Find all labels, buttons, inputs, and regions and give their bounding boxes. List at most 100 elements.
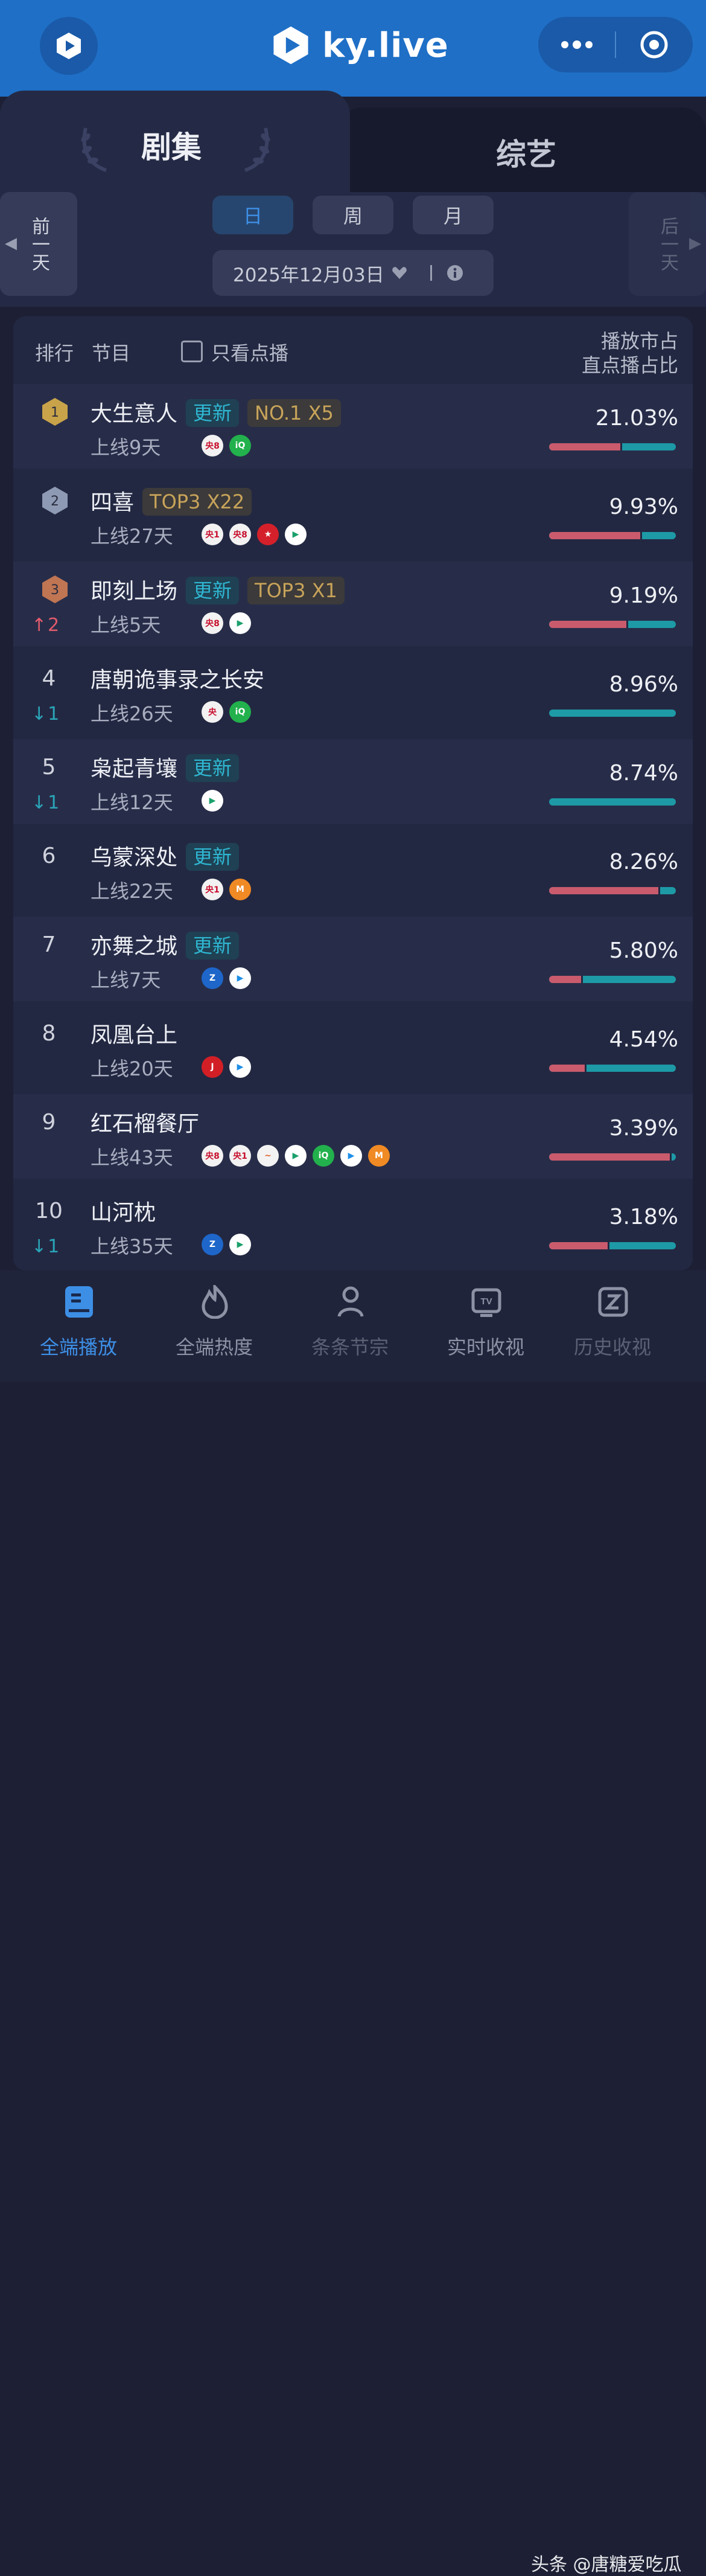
online-days: 上线26天 bbox=[91, 702, 173, 725]
rank-change-value: 2 bbox=[48, 615, 60, 636]
platform-icons: 央8 央1 ~ ▶ iQ ▶ M bbox=[202, 1145, 390, 1167]
table-row[interactable]: 2 四喜 TOP3 X22 上线27天 央1 央8 ★ ▶ 9.93% bbox=[13, 473, 693, 557]
program-title[interactable]: 凤凰台上 bbox=[91, 1017, 177, 1049]
app-logo: ky.live bbox=[270, 18, 449, 72]
table-row[interactable]: 5 ↓ 1 枭起青壤 更新 上线12天 ▶ 8.74% bbox=[13, 739, 693, 824]
info-icon[interactable] bbox=[447, 264, 463, 281]
rank-change: ↓ 1 bbox=[31, 703, 59, 725]
nav-history-ratings[interactable]: 历史收视 bbox=[552, 1270, 673, 1382]
period-month[interactable]: 月 bbox=[413, 196, 494, 234]
watermark: 头条 @唐糖爱吃瓜 bbox=[531, 2554, 682, 2575]
table-row[interactable]: 4 ↓ 1 唐朝诡事录之长安 上线26天 央 iQ 8.96% bbox=[13, 650, 693, 735]
rank-number: 3 bbox=[51, 583, 59, 598]
program-title[interactable]: 四喜 TOP3 X22 bbox=[91, 485, 252, 516]
app-header: ky.live bbox=[0, 0, 706, 97]
platform-icons: 央 iQ bbox=[202, 701, 251, 723]
youku-icon: ▶ bbox=[229, 967, 251, 989]
vod-live-ratio-bar bbox=[549, 798, 676, 806]
nav-all-playback[interactable]: 全端播放 bbox=[18, 1270, 139, 1382]
flame-icon bbox=[202, 1285, 228, 1319]
logo-text: ky.live bbox=[322, 25, 449, 65]
zhejiang-tv-icon: Z bbox=[202, 1234, 223, 1255]
platform-icons: 央8 ▶ bbox=[202, 612, 251, 634]
table-row[interactable]: 7 亦舞之城 更新 上线7天 Z ▶ 5.80% bbox=[13, 917, 693, 1001]
cctv8-icon: 央8 bbox=[202, 435, 223, 457]
program-name: 大生意人 bbox=[91, 402, 178, 426]
program-name: 唐朝诡事录之长安 bbox=[91, 668, 265, 693]
vod-only-checkbox[interactable] bbox=[181, 341, 203, 362]
segment-gap bbox=[580, 976, 583, 983]
program-name: 四喜 bbox=[91, 490, 135, 515]
tab-drama[interactable]: 剧集 bbox=[0, 91, 350, 193]
nav-person[interactable]: 条条节宗 bbox=[290, 1270, 410, 1382]
update-badge: 更新 bbox=[186, 399, 240, 427]
table-row[interactable]: 1 大生意人 更新 NO.1 X5 上线9天 央8 iQ 21.03% bbox=[13, 384, 693, 469]
divider bbox=[430, 265, 432, 281]
vod-live-ratio-bar bbox=[549, 443, 676, 450]
vod-live-ratio-bar bbox=[549, 710, 676, 717]
market-share-value: 5.80% bbox=[609, 938, 678, 963]
date-picker[interactable]: 2025年12月03日 bbox=[212, 250, 494, 296]
program-title[interactable]: 乌蒙深处 更新 bbox=[91, 840, 240, 871]
rank-column-label: 排行 bbox=[35, 342, 74, 365]
platform-icons: Z ▶ bbox=[202, 1234, 251, 1255]
table-row[interactable]: 6 乌蒙深处 更新 上线22天 央1 M 8.26% bbox=[13, 828, 693, 912]
table-row[interactable]: 9 红石榴餐厅 上线43天 央8 央1 ~ ▶ iQ ▶ M 3.39% bbox=[13, 1094, 693, 1179]
nav-realtime-ratings[interactable]: TV 实时收视 bbox=[425, 1270, 546, 1382]
rank-number: 5 bbox=[42, 755, 56, 780]
table-row[interactable]: 10 ↓ 1 山河枕 上线35天 Z ▶ 3.18% bbox=[13, 1183, 693, 1267]
ranking-list: 排行 节目 只看点播 播放市占 直点播占比 1 大生意人 更新 NO.1 X5 上线9天… bbox=[13, 316, 693, 1270]
rank-number: 8 bbox=[42, 1021, 56, 1046]
home-button[interactable] bbox=[40, 17, 98, 75]
online-days: 上线27天 bbox=[91, 525, 173, 548]
vod-live-ratio-bar bbox=[549, 976, 676, 983]
program-title[interactable]: 即刻上场 更新 TOP3 X1 bbox=[91, 574, 345, 605]
cctv1-icon: 央1 bbox=[202, 879, 223, 900]
program-title[interactable]: 大生意人 更新 NO.1 X5 bbox=[91, 396, 341, 428]
list-header: 排行 节目 只看点播 播放市占 直点播占比 bbox=[13, 316, 693, 384]
next-day-label: 后一天 bbox=[657, 217, 678, 271]
vod-segment bbox=[549, 621, 627, 628]
vod-segment bbox=[549, 887, 658, 894]
rank-number: 9 bbox=[42, 1110, 56, 1135]
vod-segment bbox=[549, 443, 620, 450]
online-days: 上线35天 bbox=[91, 1235, 173, 1258]
nav-label: 全端热度 bbox=[175, 1336, 253, 1359]
tab-variety[interactable]: 综艺 bbox=[338, 107, 706, 193]
mini-program-capsule bbox=[538, 17, 693, 72]
prev-day-button[interactable]: ◀ 前一天 bbox=[0, 192, 77, 296]
market-share-value: 3.39% bbox=[609, 1116, 678, 1141]
program-title[interactable]: 枭起青壤 更新 bbox=[91, 751, 240, 783]
caret-left-icon: ◀ bbox=[5, 234, 17, 252]
online-days: 上线9天 bbox=[91, 436, 161, 459]
online-days: 上线20天 bbox=[91, 1057, 173, 1080]
kylive-logo-icon bbox=[57, 33, 81, 59]
rank-number: 2 bbox=[51, 494, 59, 509]
vod-segment bbox=[549, 1153, 670, 1161]
segment-gap bbox=[658, 887, 660, 894]
table-row[interactable]: 8 凤凰台上 上线20天 J ▶ 4.54% bbox=[13, 1005, 693, 1090]
date-selector: ◀ 前一天 日 周 月 2025年12月03日 后一天 ▶ bbox=[0, 192, 706, 307]
program-title[interactable]: 山河枕 bbox=[91, 1195, 156, 1226]
segment-gap bbox=[669, 1153, 672, 1161]
iqiyi-icon: iQ bbox=[229, 435, 251, 457]
youku-icon: ▶ bbox=[340, 1145, 362, 1167]
period-week[interactable]: 周 bbox=[313, 196, 393, 234]
update-badge: 更新 bbox=[186, 577, 240, 604]
more-button[interactable] bbox=[538, 17, 615, 72]
online-days: 上线22天 bbox=[91, 880, 173, 903]
period-day[interactable]: 日 bbox=[212, 196, 293, 234]
program-title[interactable]: 红石榴餐厅 bbox=[91, 1106, 199, 1138]
close-button[interactable] bbox=[616, 17, 693, 72]
nav-all-heat[interactable]: 全端热度 bbox=[154, 1270, 275, 1382]
vod-live-ratio-bar bbox=[549, 532, 676, 539]
table-row[interactable]: 3 ↑ 2 即刻上场 更新 TOP3 X1 上线5天 央8 ▶ 9.19% bbox=[13, 562, 693, 646]
market-share-value: 8.26% bbox=[609, 850, 678, 874]
rank-record-badge: TOP3 X1 bbox=[247, 577, 345, 604]
next-day-button[interactable]: 后一天 ▶ bbox=[629, 192, 706, 296]
arrow-up-icon: ↑ bbox=[31, 615, 47, 636]
program-title[interactable]: 唐朝诡事录之长安 bbox=[91, 662, 264, 694]
program-title[interactable]: 亦舞之城 更新 bbox=[91, 929, 240, 960]
platform-icons: 央1 央8 ★ ▶ bbox=[202, 524, 307, 545]
platform-icons: ▶ bbox=[202, 790, 223, 812]
